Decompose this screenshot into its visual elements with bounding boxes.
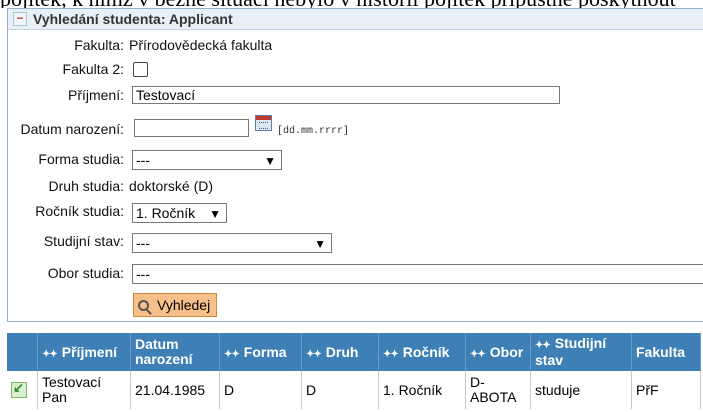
cell-druh: D (301, 371, 379, 409)
cell-obor: D- ABOTA (465, 371, 531, 409)
cell-prijmeni: Testovací Pan (37, 371, 131, 409)
datum-input[interactable] (134, 119, 249, 137)
sort-arrows-icon: ✦✦ (306, 349, 322, 360)
header-fakulta-label: Fakulta (636, 344, 686, 360)
header-prijmeni[interactable]: ✦✦ Příjmení (37, 333, 131, 371)
magnifier-icon (138, 299, 149, 311)
stav-label: Studijní stav: (43, 233, 124, 249)
panel-title: Vyhledání studenta: Applicant (33, 11, 233, 27)
sort-arrows-icon: ✦✦ (383, 349, 399, 360)
fakulta2-label: Fakulta 2: (62, 61, 124, 77)
header-datum[interactable]: Datum narození (130, 333, 220, 371)
cell-rocnik: 1. Ročník (378, 371, 466, 409)
header-rocnik[interactable]: ✦✦ Ročník (378, 333, 466, 371)
stav-select[interactable]: --- ▼ (132, 233, 332, 253)
forma-select[interactable]: --- ▼ (132, 150, 282, 170)
header-forma-label: Forma (243, 344, 287, 360)
table-row[interactable]: Testovací Pan 21.04.1985 D D 1. Ročník D… (7, 371, 701, 409)
header-druh-label: Druh (325, 344, 359, 360)
table-header-row: ✦✦ Příjmení Datum narození ✦✦ Forma ✦✦ Druh… (7, 333, 701, 371)
cell-stav: studuje (530, 371, 632, 409)
header-druh[interactable]: ✦✦ Druh (301, 333, 379, 371)
search-button-label: Vyhledej (157, 297, 211, 313)
sort-arrows-icon: ✦✦ (535, 340, 551, 351)
fakulta-value: Přírodovědecká fakulta (129, 37, 273, 53)
header-obor[interactable]: ✦✦ Obor (465, 333, 531, 371)
header-obor-label: Obor (489, 344, 524, 360)
cell-forma: D (219, 371, 302, 409)
forma-label: Forma studia: (38, 151, 124, 167)
cell-obor-line1: D- (470, 374, 485, 390)
sort-arrows-icon: ✦✦ (42, 349, 58, 360)
header-stav[interactable]: ✦✦ Studijní stav (530, 333, 632, 371)
header-datum-line2: narození (135, 351, 193, 367)
cell-obor-line2: ABOTA (470, 389, 517, 405)
chevron-down-icon: ▼ (314, 237, 326, 251)
header-stav-line1: Studijní (554, 335, 607, 351)
cell-datum: 21.04.1985 (130, 371, 220, 409)
rocnik-label: Ročník studia: (35, 203, 124, 219)
select-arrow-icon[interactable] (11, 380, 27, 398)
druh-label: Druh studia: (48, 178, 124, 194)
panel-header: − Vyhledání studenta: Applicant (8, 9, 703, 30)
header-prijmeni-label: Příjmení (61, 344, 118, 360)
chevron-down-icon: ▼ (209, 207, 221, 221)
cell-prijmeni-line1: Testovací (42, 374, 102, 390)
header-fakulta[interactable]: Fakulta (631, 333, 701, 371)
chevron-down-icon: ▼ (264, 154, 276, 168)
header-forma[interactable]: ✦✦ Forma (219, 333, 302, 371)
calendar-icon[interactable] (255, 115, 272, 131)
prijmeni-input[interactable] (132, 86, 560, 104)
results-table: ✦✦ Příjmení Datum narození ✦✦ Forma ✦✦ Druh… (7, 333, 701, 409)
obor-select[interactable]: --- (132, 264, 703, 284)
datum-label: Datum narození: (20, 121, 125, 137)
header-rocnik-label: Ročník (402, 344, 450, 360)
fakulta-label: Fakulta: (74, 37, 124, 53)
druh-value: doktorské (D) (129, 178, 214, 194)
header-select (7, 333, 38, 371)
cell-prijmeni-line2: Pan (42, 389, 67, 405)
rocnik-select-value: 1. Ročník (136, 205, 196, 221)
cell-fakulta: PřF (631, 371, 701, 409)
sort-arrows-icon: ✦✦ (224, 349, 240, 360)
minus-icon[interactable]: − (13, 12, 27, 26)
obor-label: Obor studia: (47, 265, 124, 281)
header-datum-line1: Datum (135, 336, 179, 352)
header-stav-line2: stav (535, 352, 564, 368)
cropped-top-text: pojítek, k nimž v běžné situaci nebylo v… (0, 0, 703, 8)
stav-select-value: --- (136, 235, 150, 251)
prijmeni-label: Příjmení: (67, 87, 124, 103)
search-button[interactable]: Vyhledej (133, 293, 218, 317)
sort-arrows-icon: ✦✦ (470, 349, 486, 360)
fakulta2-checkbox[interactable] (133, 62, 148, 77)
obor-select-value: --- (136, 266, 150, 282)
row-select-cell[interactable] (7, 371, 38, 409)
date-format-hint: [dd.mm.rrrr] (277, 126, 350, 137)
forma-select-value: --- (136, 152, 150, 168)
search-panel: − Vyhledání studenta: Applicant Fakulta:… (7, 8, 703, 322)
rocnik-select[interactable]: 1. Ročník ▼ (132, 203, 227, 223)
